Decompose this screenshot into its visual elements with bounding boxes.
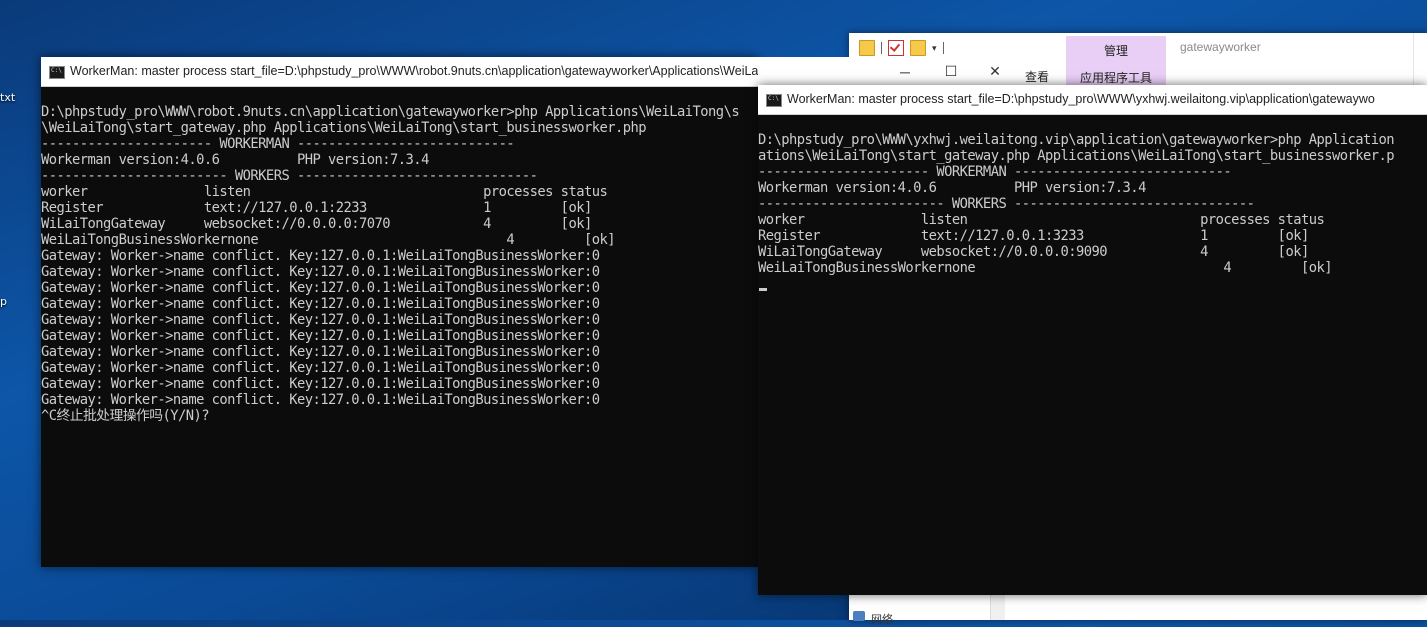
close-button[interactable]: ✕ xyxy=(972,57,1018,86)
console-line: ---------------------- WORKERMAN -------… xyxy=(758,164,1232,180)
console-line: ---------------------- WORKERMAN -------… xyxy=(41,136,515,152)
console-line: Gateway: Worker->name conflict. Key:127.… xyxy=(41,360,600,376)
desktop-icon-label-txt[interactable]: txt xyxy=(0,91,15,104)
console-line: ^C终止批处理操作吗(Y/N)? xyxy=(41,408,210,424)
customize-dropdown-icon[interactable]: ▾ xyxy=(932,43,937,54)
console-line: WiLaiTongGateway websocket://0.0.0.0:707… xyxy=(41,216,592,232)
console-output[interactable]: D:\phpstudy_pro\WWW\robot.9nuts.cn\appli… xyxy=(41,87,758,567)
console-line: D:\phpstudy_pro\WWW\yxhwj.weilaitong.vip… xyxy=(758,132,1395,148)
console-titlebar[interactable]: WorkerMan: master process start_file=D:\… xyxy=(758,85,1427,115)
text-cursor xyxy=(759,288,767,291)
manage-context-tab[interactable]: 管理 应用程序工具 xyxy=(1066,36,1166,92)
console-output[interactable]: D:\phpstudy_pro\WWW\yxhwj.weilaitong.vip… xyxy=(758,115,1427,595)
console-line: Workerman version:4.0.6 PHP version:7.3.… xyxy=(41,152,429,168)
new-folder-icon[interactable] xyxy=(910,40,926,56)
console-titlebar[interactable]: WorkerMan: master process start_file=D:\… xyxy=(41,57,758,87)
toolbar-separator xyxy=(881,42,882,54)
quick-access-toolbar: ▾ xyxy=(859,40,944,56)
console-line: Gateway: Worker->name conflict. Key:127.… xyxy=(41,328,600,344)
console-line: WeiLaiTongBusinessWorkernone 4 [ok] xyxy=(41,232,616,248)
console-line: worker listen processes status xyxy=(758,212,1325,228)
console-line: worker listen processes status xyxy=(41,184,608,200)
app-tools-tab[interactable]: 应用程序工具 xyxy=(1066,69,1166,86)
console-line: ------------------------ WORKERS -------… xyxy=(758,196,1255,212)
console-line: Register text://127.0.0.1:3233 1 [ok] xyxy=(758,228,1309,244)
console-line: Register text://127.0.0.1:2233 1 [ok] xyxy=(41,200,592,216)
console-line: Gateway: Worker->name conflict. Key:127.… xyxy=(41,296,600,312)
console-line: \WeiLaiTong\start_gateway.php Applicatio… xyxy=(41,120,647,136)
toolbar-separator xyxy=(942,42,944,54)
console-line: ------------------------ WORKERS -------… xyxy=(41,168,538,184)
tab-view[interactable]: 查看 xyxy=(1025,68,1049,85)
cmd-icon xyxy=(766,94,782,107)
console-line: Workerman version:4.0.6 PHP version:7.3.… xyxy=(758,180,1146,196)
console-window-yxhwj[interactable]: WorkerMan: master process start_file=D:\… xyxy=(758,85,1427,595)
window-title: WorkerMan: master process start_file=D:\… xyxy=(787,92,1375,106)
maximize-button[interactable]: ☐ xyxy=(928,57,974,86)
console-line: Gateway: Worker->name conflict. Key:127.… xyxy=(41,264,600,280)
console-line: Gateway: Worker->name conflict. Key:127.… xyxy=(41,376,600,392)
console-line: Gateway: Worker->name conflict. Key:127.… xyxy=(41,392,600,408)
cmd-icon xyxy=(49,66,65,79)
console-line: ations\WeiLaiTong\start_gateway.php Appl… xyxy=(758,148,1395,164)
console-line: Gateway: Worker->name conflict. Key:127.… xyxy=(41,344,600,360)
nav-item-network[interactable]: 网络 xyxy=(871,611,893,627)
explorer-title: gatewayworker xyxy=(1180,40,1261,54)
desktop-icon-label-p[interactable]: p xyxy=(0,295,7,308)
manage-tab-label: 管理 xyxy=(1103,44,1128,58)
console-window-robot[interactable]: WorkerMan: master process start_file=D:\… xyxy=(41,57,758,567)
console-line: D:\phpstudy_pro\WWW\robot.9nuts.cn\appli… xyxy=(41,104,740,120)
console-line: WeiLaiTongBusinessWorkernone 4 [ok] xyxy=(758,260,1333,276)
console-line: Gateway: Worker->name conflict. Key:127.… xyxy=(41,312,600,328)
minimize-button[interactable]: ─ xyxy=(882,57,928,86)
window-title: WorkerMan: master process start_file=D:\… xyxy=(70,64,758,78)
console1-titlebar-extension[interactable]: ─ ☐ ✕ xyxy=(758,57,1017,87)
properties-icon[interactable] xyxy=(888,40,904,56)
folder-icon[interactable] xyxy=(859,40,875,56)
nav-pane-scrollbar[interactable] xyxy=(990,593,1005,620)
console-line: Gateway: Worker->name conflict. Key:127.… xyxy=(41,280,600,296)
console-line: Gateway: Worker->name conflict. Key:127.… xyxy=(41,248,600,264)
console-line: WiLaiTongGateway websocket://0.0.0.0:909… xyxy=(758,244,1309,260)
